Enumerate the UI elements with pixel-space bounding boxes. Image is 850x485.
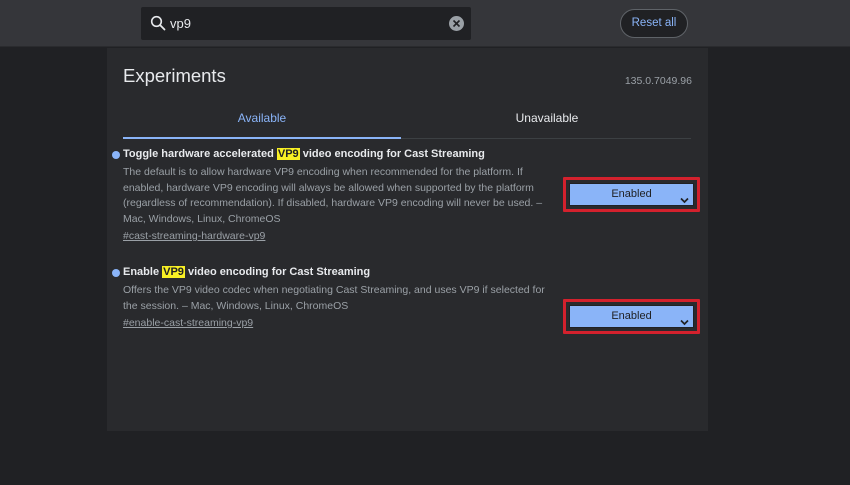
title-prefix: Enable (123, 266, 163, 278)
experiment-permalink[interactable]: #cast-streaming-hardware-vp9 (123, 230, 265, 242)
experiment-description: Offers the VP9 video codec when negotiat… (123, 284, 545, 312)
chevron-down-icon (680, 191, 689, 204)
select-value: Enabled (611, 188, 652, 200)
annotation-highlight-box: Enabled (563, 299, 700, 334)
clear-icon[interactable] (449, 16, 464, 31)
experiment-state-select[interactable]: Enabled (569, 305, 694, 328)
search-box[interactable] (141, 7, 471, 40)
experiment-title: Toggle hardware accelerated VP9 video en… (123, 148, 485, 160)
search-highlight: VP9 (276, 148, 300, 160)
title-prefix: Toggle hardware accelerated (123, 148, 277, 160)
annotation-highlight-box: Enabled (563, 177, 700, 212)
title-suffix: video encoding for Cast Streaming (184, 266, 371, 278)
experiment-description: The default is to allow hardware VP9 enc… (123, 166, 543, 225)
tab-bar: Available Unavailable (123, 106, 691, 139)
experiment-state-select[interactable]: Enabled (569, 183, 694, 206)
modified-indicator-dot (112, 269, 120, 277)
page-title: Experiments (123, 65, 226, 86)
version-label: 135.0.7049.96 (624, 75, 692, 87)
modified-indicator-dot (112, 151, 120, 159)
chevron-down-icon (680, 313, 689, 326)
experiment-permalink[interactable]: #enable-cast-streaming-vp9 (123, 317, 253, 329)
search-icon (150, 15, 166, 31)
select-value: Enabled (611, 310, 652, 322)
search-input[interactable] (170, 7, 440, 40)
title-suffix: video encoding for Cast Streaming (299, 148, 485, 160)
search-highlight: VP9 (162, 266, 185, 278)
top-toolbar: Reset all (0, 0, 850, 47)
tab-unavailable[interactable]: Unavailable (408, 106, 686, 138)
reset-all-button[interactable]: Reset all (620, 9, 688, 38)
tab-available[interactable]: Available (123, 106, 401, 139)
experiments-panel: Experiments 135.0.7049.96 Available Unav… (107, 48, 708, 431)
experiment-title: Enable VP9 video encoding for Cast Strea… (123, 266, 370, 278)
